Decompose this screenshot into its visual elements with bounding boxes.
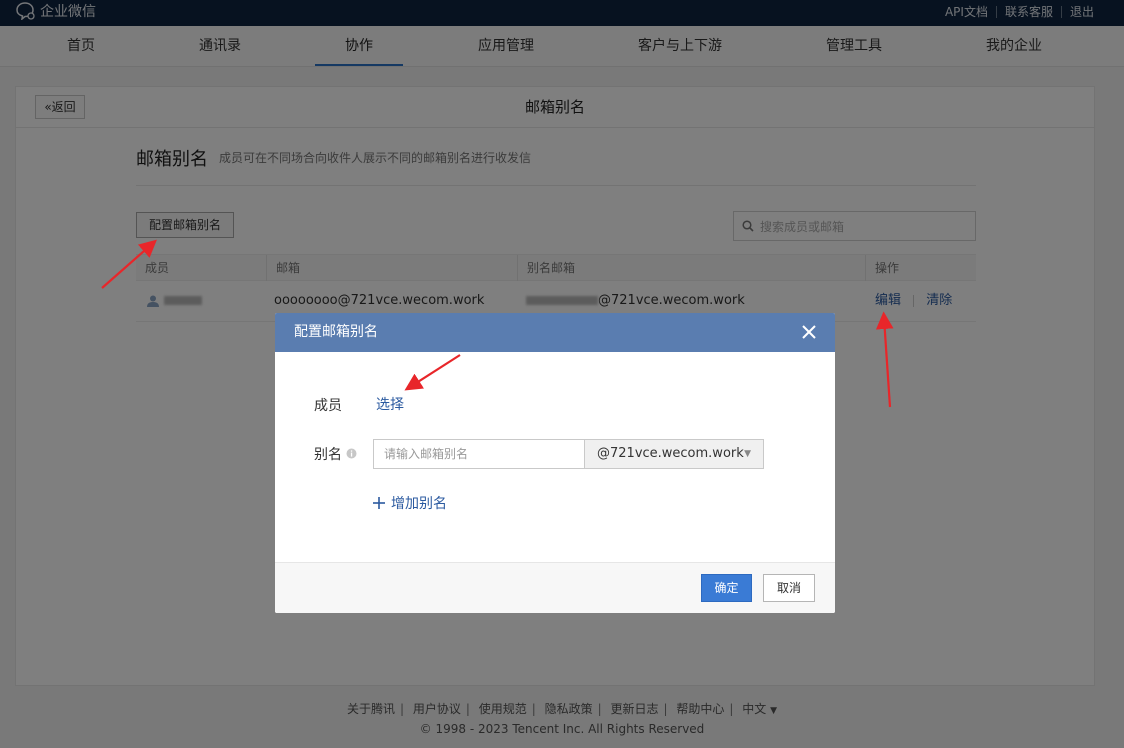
info-icon[interactable] [346,448,357,459]
config-alias-dialog: 配置邮箱别名 成员 选择 别名 请输入邮箱别名 @721vce.wecom.wo… [275,313,835,613]
alias-input-placeholder: 请输入邮箱别名 [384,447,469,461]
close-icon[interactable] [800,323,818,341]
dialog-title: 配置邮箱别名 [294,324,378,340]
confirm-button[interactable]: 确定 [701,574,752,602]
select-member-link[interactable]: 选择 [376,394,404,414]
domain-value: @721vce.wecom.work [597,446,744,461]
alias-input[interactable]: 请输入邮箱别名 [373,439,585,469]
dialog-body: 成员 选择 别名 请输入邮箱别名 @721vce.wecom.work ▼ 增加… [275,352,835,562]
add-alias-label: 增加别名 [391,496,447,512]
domain-select[interactable]: @721vce.wecom.work ▼ [584,439,764,469]
chevron-down-icon: ▼ [744,449,751,459]
dialog-footer: 确定 取消 [275,562,835,613]
dialog-header: 配置邮箱别名 [275,313,835,352]
member-label: 成员 [314,398,342,414]
cancel-button[interactable]: 取消 [763,574,815,602]
alias-label: 别名 [314,447,342,463]
plus-icon [373,497,385,509]
add-alias-button[interactable]: 增加别名 [373,493,447,513]
